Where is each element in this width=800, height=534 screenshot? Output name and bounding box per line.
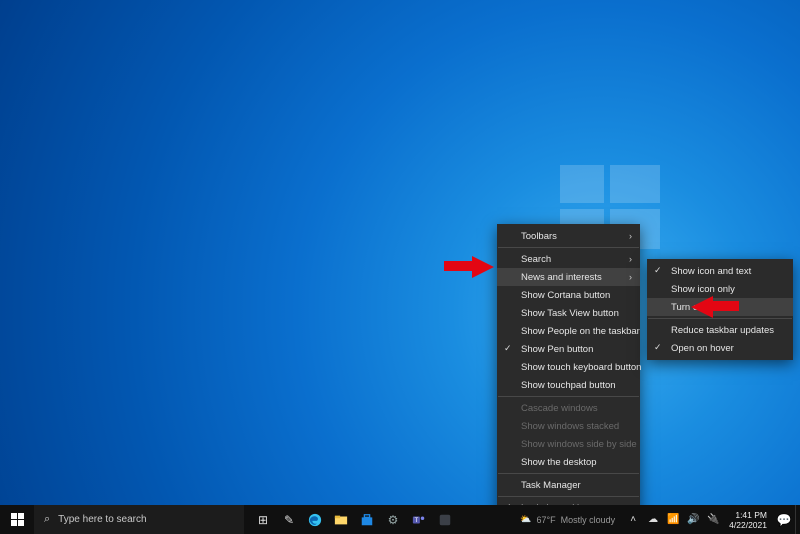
menu-item-label: News and interests [521,272,602,283]
pen-button[interactable]: ✎ [276,505,302,534]
tray-power[interactable]: 🔌 [703,505,723,534]
menu-item-label: Cascade windows [521,403,598,414]
menu-separator [498,496,639,497]
menu-separator [498,396,639,397]
start-button[interactable] [0,505,34,534]
settings-button[interactable]: ⚙ [380,505,406,534]
windows-logo-icon [11,513,24,526]
menu-item-label: Show People on the taskbar [521,326,640,337]
menu-item-stacked: Show windows stacked [497,417,640,435]
system-tray: ˄ ☁ 📶 🔊 🔌 [623,505,723,534]
tray-onedrive[interactable]: ☁ [643,505,663,534]
cloud-icon: ☁ [648,514,658,525]
app-button[interactable] [432,505,458,534]
menu-item-task-manager[interactable]: Task Manager [497,476,640,494]
menu-item-label: Toolbars [521,231,557,242]
menu-item-label: Show windows side by side [521,439,637,450]
taskbar-search[interactable]: ⌕ [34,505,244,534]
svg-text:T: T [415,517,419,524]
menu-separator [498,473,639,474]
news-interests-taskbar-widget[interactable]: ⛅ 67°F Mostly cloudy [512,505,623,534]
app-icon [438,513,452,527]
power-icon: 🔌 [707,514,719,525]
menu-item-label: Show icon only [671,284,735,295]
menu-item-label: Show Pen button [521,344,593,355]
notification-icon: 💬 [777,513,792,527]
menu-item-label: Show Cortana button [521,290,610,301]
gear-icon: ⚙ [388,513,399,527]
action-center-button[interactable]: 💬 [773,505,795,534]
wifi-icon: 📶 [667,514,679,525]
taskbar: ⌕ ⊞ ✎ ⚙ T ⛅ 67°F Mostly cloudy ˄ ☁ 📶 🔊 🔌 [0,505,800,534]
pen-icon: ✎ [284,513,294,527]
file-explorer-button[interactable] [328,505,354,534]
task-view-button[interactable]: ⊞ [250,505,276,534]
volume-icon: 🔊 [687,514,699,525]
chevron-up-icon: ˄ [630,514,636,525]
clock-date: 4/22/2021 [729,520,767,530]
store-button[interactable] [354,505,380,534]
edge-button[interactable] [302,505,328,534]
menu-item-show-touch-keyboard[interactable]: Show touch keyboard button [497,358,640,376]
menu-item-label: Show icon and text [671,266,751,277]
menu-item-label: Show the desktop [521,457,597,468]
menu-separator [648,318,792,319]
menu-item-label: Search [521,254,551,265]
submenu-item-icon-and-text[interactable]: ✓ Show icon and text [647,262,793,280]
tray-overflow-button[interactable]: ˄ [623,505,643,534]
submenu-item-reduce-updates[interactable]: Reduce taskbar updates [647,321,793,339]
search-input[interactable] [58,514,218,525]
weather-text: Mostly cloudy [561,515,616,525]
menu-item-show-pen[interactable]: ✓ Show Pen button [497,340,640,358]
menu-separator [498,247,639,248]
submenu-item-icon-only[interactable]: Show icon only [647,280,793,298]
search-icon: ⌕ [44,513,50,526]
teams-button[interactable]: T [406,505,432,534]
check-icon: ✓ [654,265,662,276]
menu-item-show-task-view[interactable]: Show Task View button [497,304,640,322]
edge-icon [308,513,322,527]
menu-item-label: Show touch keyboard button [521,362,641,373]
menu-item-news-and-interests[interactable]: News and interests › [497,268,640,286]
taskbar-clock[interactable]: 1:41 PM 4/22/2021 [723,505,773,534]
weather-temp: 67°F [537,515,556,525]
store-icon [360,513,374,527]
weather-icon: ⛅ [520,514,531,525]
folder-icon [334,513,348,527]
menu-item-show-people[interactable]: Show People on the taskbar [497,322,640,340]
check-icon: ✓ [504,343,512,354]
taskbar-app-icons: ⊞ ✎ ⚙ T [250,505,458,534]
menu-item-show-cortana[interactable]: Show Cortana button [497,286,640,304]
tray-volume[interactable]: 🔊 [683,505,703,534]
tray-network[interactable]: 📶 [663,505,683,534]
menu-item-toolbars[interactable]: Toolbars › [497,227,640,245]
teams-icon: T [412,513,426,527]
chevron-right-icon: › [629,272,632,282]
chevron-right-icon: › [629,254,632,264]
show-desktop-button[interactable] [795,505,800,534]
menu-item-label: Show Task View button [521,308,619,319]
menu-item-label: Open on hover [671,343,734,354]
taskbar-context-menu: Toolbars › Search › News and interests ›… [497,224,640,534]
menu-item-show-touchpad[interactable]: Show touchpad button [497,376,640,394]
chevron-right-icon: › [629,231,632,241]
menu-item-cascade: Cascade windows [497,399,640,417]
menu-item-label: Task Manager [521,480,581,491]
check-icon: ✓ [654,342,662,353]
task-view-icon: ⊞ [258,513,268,527]
menu-item-label: Reduce taskbar updates [671,325,774,336]
menu-item-search[interactable]: Search › [497,250,640,268]
menu-item-show-desktop[interactable]: Show the desktop [497,453,640,471]
menu-item-label: Show windows stacked [521,421,619,432]
menu-item-label: Show touchpad button [521,380,616,391]
menu-item-side-by-side: Show windows side by side [497,435,640,453]
clock-time: 1:41 PM [729,510,767,520]
submenu-item-open-on-hover[interactable]: ✓ Open on hover [647,339,793,357]
